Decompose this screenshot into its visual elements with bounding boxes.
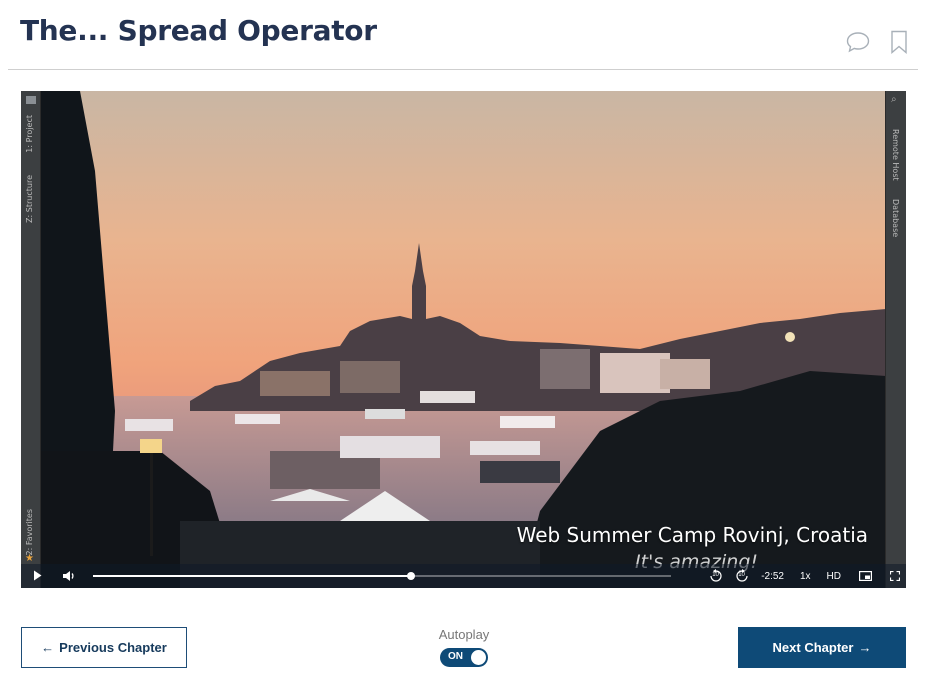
- header-divider: [8, 69, 918, 70]
- quality-button[interactable]: HD: [827, 571, 841, 582]
- ide-tab-database: Database: [891, 199, 900, 238]
- star-icon: ★: [25, 553, 34, 564]
- toggle-knob: [471, 650, 486, 665]
- next-chapter-label: Next Chapter: [772, 640, 854, 655]
- ide-right-toolbar: ⌕ Remote Host Database: [885, 91, 906, 588]
- controls-right: 10 10 -2:52 1x HD: [697, 564, 900, 588]
- forward-icon[interactable]: 10: [735, 569, 749, 583]
- autoplay-label: Autoplay: [438, 627, 490, 642]
- bookmark-icon[interactable]: [890, 30, 908, 59]
- autoplay-toggle[interactable]: ON: [440, 648, 488, 667]
- ide-left-toolbar: 1: Project Z: Structure 2: Favorites ★: [21, 91, 41, 588]
- header-actions: [846, 30, 908, 59]
- speed-button[interactable]: 1x: [800, 571, 811, 582]
- ide-tab-remote-host: Remote Host: [891, 129, 900, 181]
- next-chapter-button[interactable]: Next Chapter →: [738, 627, 906, 668]
- video-frame: [40, 91, 886, 588]
- forward-seconds: 10: [738, 572, 745, 578]
- ide-tab-project: 1: Project: [25, 115, 34, 153]
- play-icon[interactable]: [33, 570, 42, 581]
- progress-bar[interactable]: [93, 572, 671, 580]
- rewind-icon[interactable]: 10: [709, 569, 723, 583]
- progress-fill: [93, 575, 411, 577]
- fullscreen-icon[interactable]: [890, 571, 900, 581]
- arrow-right-icon: →: [858, 640, 872, 655]
- progress-handle[interactable]: [406, 572, 415, 580]
- folder-icon: [26, 96, 36, 104]
- ide-tab-favorites: 2: Favorites: [25, 509, 34, 556]
- comment-icon[interactable]: [846, 31, 870, 58]
- page-title: The... Spread Operator: [20, 14, 377, 47]
- time-remaining: -2:52: [761, 570, 784, 582]
- video-player[interactable]: 1: Project Z: Structure 2: Favorites ★ ⌕…: [21, 91, 906, 588]
- video-controls: 10 10 -2:52 1x HD: [21, 564, 906, 588]
- autoplay-control: Autoplay ON: [421, 627, 507, 667]
- ide-tab-structure: Z: Structure: [25, 175, 34, 223]
- previous-chapter-label: Previous Chapter: [59, 640, 167, 655]
- previous-chapter-button[interactable]: ← Previous Chapter: [21, 627, 187, 668]
- arrow-left-icon: ←: [41, 640, 55, 655]
- search-icon: ⌕: [891, 94, 897, 105]
- volume-icon[interactable]: [62, 570, 76, 582]
- autoplay-state: ON: [448, 651, 463, 662]
- rewind-seconds: 10: [712, 572, 719, 578]
- caption-title: Web Summer Camp Rovinj, Croatia: [516, 523, 868, 547]
- pip-icon[interactable]: [859, 571, 872, 581]
